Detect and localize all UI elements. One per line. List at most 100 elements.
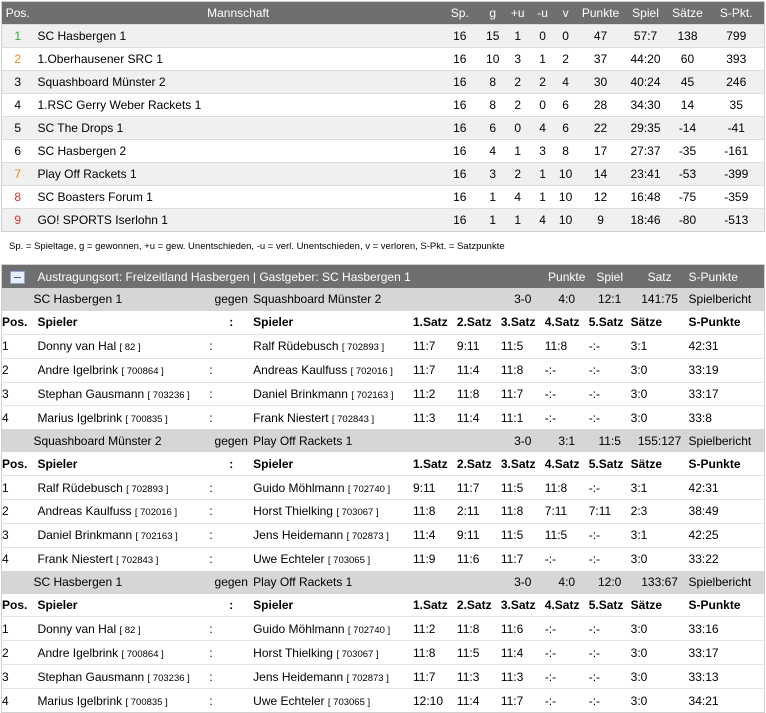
player1-number: [ 700835 ] [125, 696, 168, 708]
game-s1: 11:4 [413, 522, 457, 548]
player2-name[interactable]: Daniel Brinkmann [253, 387, 348, 401]
spielbericht-link[interactable]: Spielbericht [688, 288, 765, 311]
game-s3: 11:5 [500, 475, 545, 500]
game-saetze: 3:1 [630, 333, 689, 359]
standing-team[interactable]: 1.Oberhausener SRC 1 [33, 48, 438, 71]
player1-name[interactable]: Ralf Rüdebusch [37, 481, 122, 495]
encounter-spunkte: 133:67 [630, 570, 689, 594]
game-s2: 9:11 [456, 333, 501, 359]
standing-team[interactable]: SC Hasbergen 2 [33, 140, 438, 163]
player1-name[interactable]: Andre Igelbrink [37, 363, 118, 377]
header-team: Mannschaft [207, 6, 270, 20]
player1-number: [ 702163 ] [135, 531, 178, 543]
player1-name[interactable]: Frank Niestert [37, 552, 112, 566]
header-spieler: Spieler [37, 315, 78, 330]
header-spunkte: S-Punkte [688, 598, 741, 613]
standing-pu: 2 [514, 98, 522, 112]
header-s3: 3.Satz [500, 598, 536, 613]
standing-punkte: 9 [597, 213, 604, 227]
standing-mu: 2 [539, 75, 546, 89]
encounter-satz: 12:1 [588, 288, 631, 311]
game-s1: 11:8 [413, 499, 457, 524]
encounter-spacer [1, 570, 34, 594]
player2-name[interactable]: Andreas Kaulfuss [253, 363, 347, 377]
game-player2: Uwe Echteler [ 703065 ] [253, 546, 413, 571]
player1-number: [ 700864 ] [121, 648, 164, 660]
player1-name[interactable]: Donny van Hal [37, 622, 116, 636]
player2-name[interactable]: Horst Thielking [253, 504, 333, 518]
standings-row: 2 1.Oberhausener SRC 1 16 10 3 1 2 37 44:20 60 393 [1, 47, 765, 71]
col-punkte: Punkte [544, 264, 589, 288]
game-separator: : [209, 546, 254, 571]
game-s3: 11:6 [500, 616, 545, 641]
standing-team[interactable]: GO! SPORTS Iserlohn 1 [33, 209, 438, 232]
game-s4: -:- [544, 381, 589, 406]
standing-punkte: 12 [593, 190, 608, 204]
game-player1: Marius Igelbrink [ 700835 ] [33, 688, 210, 713]
standing-spiel: 23:41 [630, 167, 661, 181]
game-separator: : [209, 522, 254, 548]
standing-mu: 1 [539, 167, 546, 181]
game-s3: 11:8 [500, 357, 545, 383]
matchday-body: Austragungsort: Freizeitland Hasbergen |… [1, 264, 765, 713]
player1-name[interactable]: Stephan Gausmann [37, 670, 144, 684]
player2-name[interactable]: Uwe Echteler [253, 552, 324, 566]
player2-name[interactable]: Guido Möhlmann [253, 622, 344, 636]
player2-name[interactable]: Jens Heidemann [253, 528, 343, 542]
game-player2: Jens Heidemann [ 702873 ] [253, 522, 413, 548]
header-saetze: Sätze [672, 6, 703, 20]
legend-text: Sp. = Spieltage, g = gewonnen, +u = gew.… [9, 241, 505, 252]
game-separator: : [209, 664, 254, 689]
header-spieler2: Spieler [253, 315, 294, 330]
player1-name[interactable]: Stephan Gausmann [37, 387, 144, 401]
header-sep: : [229, 456, 234, 471]
spielbericht-link[interactable]: Spielbericht [688, 429, 765, 453]
encounter-spunkte: 155:127 [630, 429, 689, 453]
game-s2: 11:3 [456, 664, 501, 689]
game-s1: 11:9 [413, 546, 457, 571]
game-player1: Andre Igelbrink [ 700864 ] [33, 640, 210, 665]
player2-name[interactable]: Ralf Rüdebusch [253, 339, 338, 353]
player2-name[interactable]: Jens Heidemann [253, 670, 343, 684]
game-row: 2 Andre Igelbrink [ 700864 ]: Horst Thielk… [1, 640, 765, 665]
game-s4: -:- [544, 616, 589, 641]
standing-team[interactable]: SC The Drops 1 [33, 117, 438, 140]
standings-table: Pos. Mannschaft Sp. g +u -u v Punkte Spi… [1, 1, 765, 232]
player1-name[interactable]: Andre Igelbrink [37, 646, 118, 660]
standing-team[interactable]: Play Off Rackets 1 [33, 163, 438, 186]
standing-g: 6 [489, 121, 497, 135]
standing-v: 6 [562, 98, 569, 112]
player2-name[interactable]: Uwe Echteler [253, 694, 324, 708]
player2-name[interactable]: Horst Thielking [253, 646, 333, 660]
header-s4: 4.Satz [544, 456, 580, 471]
player1-name[interactable]: Donny van Hal [37, 339, 116, 353]
header-pu: +u [510, 6, 525, 20]
standing-team[interactable]: SC Boasters Forum 1 [33, 186, 438, 209]
encounter-away: Squashboard Münster 2 [253, 288, 501, 311]
standing-team[interactable]: SC Hasbergen 1 [33, 25, 438, 48]
spielbericht-link[interactable]: Spielbericht [688, 570, 765, 594]
game-s3: 11:5 [500, 333, 545, 359]
game-s4: 11:8 [544, 475, 589, 500]
game-pos: 3 [1, 522, 34, 548]
player2-name[interactable]: Guido Möhlmann [253, 481, 344, 495]
player1-name[interactable]: Daniel Brinkmann [37, 528, 132, 542]
encounter-spacer [1, 288, 34, 311]
encounter-home: Squashboard Münster 2 [33, 429, 210, 453]
standing-spkt: -513 [724, 213, 749, 227]
game-player1: Ralf Rüdebusch [ 702893 ] [33, 475, 210, 500]
player2-name[interactable]: Frank Niestert [253, 411, 328, 425]
game-s1: 11:3 [413, 405, 457, 430]
standing-team[interactable]: 1.RSC Gerry Weber Rackets 1 [33, 94, 438, 117]
player1-number: [ 700835 ] [125, 413, 168, 425]
standing-pos: 4 [14, 98, 22, 112]
player1-name[interactable]: Marius Igelbrink [37, 694, 122, 708]
header-s1: 1.Satz [413, 315, 448, 330]
game-player2: Horst Thielking [ 703067 ] [253, 640, 413, 665]
collapse-icon[interactable] [1, 264, 34, 288]
standing-team[interactable]: Squashboard Münster 2 [33, 71, 438, 94]
player1-name[interactable]: Marius Igelbrink [37, 411, 122, 425]
game-s2: 11:4 [456, 405, 501, 430]
player1-name[interactable]: Andreas Kaulfuss [37, 504, 131, 518]
game-s5: -:- [588, 546, 631, 571]
